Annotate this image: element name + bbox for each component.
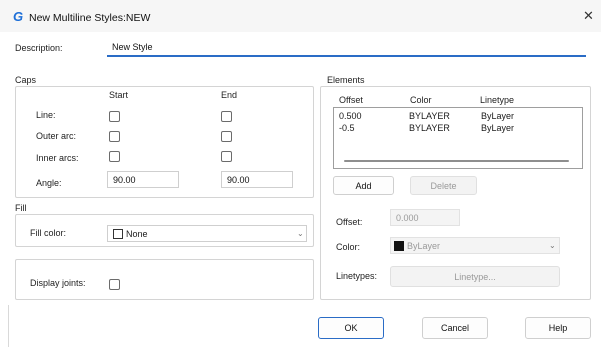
- fill-group-label: Fill: [15, 203, 27, 213]
- left-divider: [8, 305, 9, 347]
- chevron-down-icon: ⌄: [549, 241, 556, 250]
- caps-col-start: Start: [109, 90, 129, 100]
- inner-arcs-end-checkbox[interactable]: [221, 151, 232, 162]
- fill-color-value: None: [126, 229, 148, 239]
- caps-angle-label: Angle:: [36, 178, 62, 188]
- linetype-button[interactable]: Linetype...: [390, 266, 560, 287]
- color-label: Color:: [336, 242, 361, 252]
- elements-group-label: Elements: [327, 75, 365, 85]
- linetypes-label: Linetypes:: [336, 271, 378, 281]
- elements-header-linetype: Linetype: [480, 95, 515, 105]
- delete-button[interactable]: Delete: [410, 176, 477, 195]
- color-select-value: ByLayer: [407, 241, 441, 251]
- add-button[interactable]: Add: [333, 176, 394, 195]
- caps-group-label: Caps: [15, 75, 37, 85]
- element-offset: -0.5: [339, 123, 355, 133]
- offset-label: Offset:: [336, 217, 363, 227]
- element-linetype: ByLayer: [481, 123, 515, 133]
- color-select[interactable]: ByLayer ⌄: [390, 237, 560, 254]
- description-label: Description:: [15, 43, 63, 53]
- caps-line-label: Line:: [36, 110, 56, 120]
- angle-start-value: 90.00: [113, 175, 136, 185]
- color-swatch: [394, 241, 404, 251]
- inner-arcs-start-checkbox[interactable]: [109, 151, 120, 162]
- outer-arc-start-checkbox[interactable]: [109, 131, 120, 142]
- display-joints-label: Display joints:: [30, 278, 86, 288]
- caps-col-end: End: [221, 90, 238, 100]
- description-value: New Style: [112, 42, 153, 52]
- display-joints-checkbox[interactable]: [109, 279, 120, 290]
- fill-color-select[interactable]: None ⌄: [107, 225, 307, 242]
- line-end-checkbox[interactable]: [221, 111, 232, 122]
- caps-outer-arc-label: Outer arc:: [36, 131, 77, 141]
- offset-input[interactable]: 0.000: [390, 209, 460, 226]
- ok-button[interactable]: OK: [318, 317, 384, 339]
- elements-header-color: Color: [410, 95, 432, 105]
- help-button[interactable]: Help: [525, 317, 591, 339]
- outer-arc-end-checkbox[interactable]: [221, 131, 232, 142]
- window-title: New Multiline Styles:NEW: [29, 12, 151, 24]
- close-icon[interactable]: ✕: [583, 9, 594, 22]
- app-icon: G: [13, 9, 24, 24]
- elements-header-offset: Offset: [339, 95, 363, 105]
- element-color: BYLAYER: [409, 111, 450, 121]
- cancel-button[interactable]: Cancel: [422, 317, 488, 339]
- chevron-down-icon: ⌄: [297, 229, 304, 238]
- fill-color-label: Fill color:: [30, 228, 67, 238]
- caps-inner-arcs-label: Inner arcs:: [36, 153, 79, 163]
- element-offset: 0.500: [339, 111, 362, 121]
- angle-end-value: 90.00: [227, 175, 250, 185]
- fill-color-swatch: [113, 229, 123, 239]
- element-color: BYLAYER: [409, 123, 450, 133]
- description-input[interactable]: New Style: [107, 39, 586, 57]
- angle-end-input[interactable]: 90.00: [221, 171, 293, 188]
- line-start-checkbox[interactable]: [109, 111, 120, 122]
- offset-input-value: 0.000: [396, 213, 419, 223]
- element-linetype: ByLayer: [481, 111, 515, 121]
- horizontal-scrollbar[interactable]: [344, 160, 569, 162]
- elements-list[interactable]: 0.500 BYLAYER ByLayer -0.5 BYLAYER ByLay…: [333, 107, 583, 169]
- angle-start-input[interactable]: 90.00: [107, 171, 179, 188]
